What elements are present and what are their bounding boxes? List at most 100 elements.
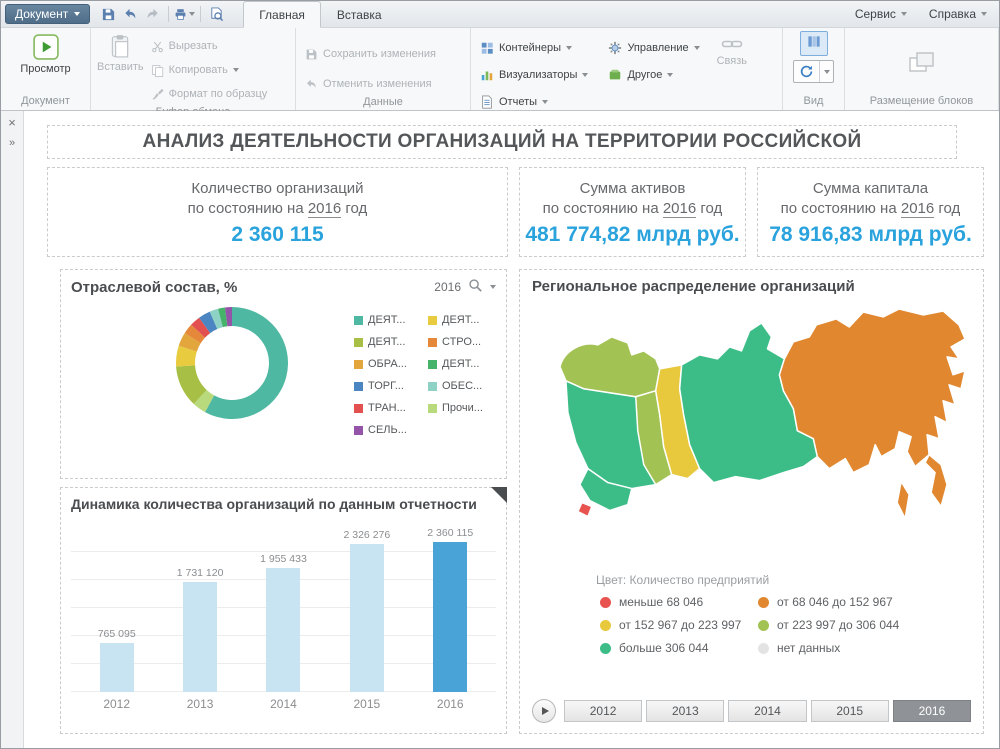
paste-button[interactable]: Вставить [95, 31, 146, 76]
panel-close-button[interactable]: × [8, 116, 16, 129]
block-placement-button[interactable] [906, 48, 938, 78]
donut-chart [167, 298, 297, 428]
reports-label: Отчеты [499, 96, 537, 108]
panel-expand-button[interactable]: » [9, 138, 15, 149]
left-column: Отраслевой состав, % 2016 [60, 269, 507, 734]
view-layout-toggle[interactable] [800, 31, 828, 56]
chevron-down-icon [667, 73, 673, 77]
copy-icon [151, 64, 164, 77]
kpi-subtitle-suffix: год [938, 200, 960, 217]
containers-grid-icon [480, 41, 494, 55]
refresh-split-button[interactable] [793, 60, 834, 83]
bar-chart-icon [480, 68, 494, 82]
kpi-year-link[interactable]: 2016 [663, 200, 696, 218]
redo-icon[interactable] [142, 4, 163, 24]
kpi-year-link[interactable]: 2016 [901, 200, 934, 218]
legend-swatch [428, 404, 437, 413]
tab-glavnaya[interactable]: Главная [243, 1, 321, 28]
menu-help[interactable]: Справка [929, 7, 987, 21]
preview-button-label: Просмотр [20, 63, 70, 75]
bar[interactable] [433, 542, 467, 692]
link-label: Связь [717, 55, 747, 67]
link-button[interactable]: Связь [715, 33, 749, 70]
refresh-icon[interactable] [794, 61, 820, 82]
visualizers-button[interactable]: Визуализаторы [475, 64, 593, 86]
bar[interactable] [183, 582, 217, 692]
bar[interactable] [266, 568, 300, 692]
copy-button[interactable]: Копировать [146, 59, 273, 81]
bar[interactable] [100, 643, 134, 692]
legend-label: от 223 997 до 306 044 [777, 618, 899, 632]
legend-swatch [428, 316, 437, 325]
chevron-down-icon [233, 68, 239, 72]
donut-legend-item: Прочи... [428, 402, 496, 414]
donut-legend-item: ДЕЯТ... [428, 358, 496, 370]
map-region-crimea[interactable] [578, 503, 592, 517]
ribbon-group-data: Сохранить изменения Отменить изменения Д… [296, 28, 471, 110]
legend-label: ОБРА... [368, 358, 407, 370]
bar[interactable] [350, 544, 384, 692]
dashboard-main: Отраслевой состав, % 2016 [47, 269, 984, 734]
map-legend-item: больше 306 044 [600, 641, 758, 655]
block-corner-marker[interactable] [491, 487, 507, 503]
kpi-subtitle-prefix: по состоянию на [543, 200, 659, 217]
legend-swatch [354, 404, 363, 413]
containers-button[interactable]: Контейнеры [475, 37, 593, 59]
legend-label: от 152 967 до 223 997 [619, 618, 741, 632]
chevron-down-icon [189, 12, 195, 16]
print-icon[interactable] [174, 4, 195, 24]
kpi-year-link[interactable]: 2016 [308, 200, 341, 218]
legend-swatch [428, 360, 437, 369]
cut-button[interactable]: Вырезать [146, 35, 273, 57]
undo-icon[interactable] [120, 4, 141, 24]
menu-service[interactable]: Сервис [855, 7, 907, 21]
kpi-title: Сумма активов [580, 179, 686, 199]
management-button[interactable]: Управление [603, 37, 704, 59]
kpi-card-capital: Сумма капитала по состоянию на 2016 год … [757, 167, 984, 257]
chain-icon [721, 36, 743, 52]
bar-column: 1 731 120 [163, 567, 237, 692]
preview-button[interactable]: Просмотр [18, 31, 72, 78]
other-button[interactable]: Другое [603, 64, 704, 86]
bar-axis-label: 2016 [413, 697, 487, 711]
donut-legend-item: ОБРА... [354, 358, 422, 370]
preview-icon[interactable] [206, 4, 227, 24]
ribbon-group-document: Просмотр Документ [1, 28, 91, 110]
kpi-subtitle-prefix: по состоянию на [781, 200, 897, 217]
legend-swatch [428, 338, 437, 347]
year-button-2016[interactable]: 2016 [893, 700, 971, 722]
reports-button[interactable]: Отчеты [475, 91, 593, 113]
other-label: Другое [627, 69, 662, 81]
donut-year-filter[interactable]: 2016 [434, 280, 461, 294]
kpi-value: 481 774,82 млрд руб. [525, 223, 739, 247]
chevron-down-icon [901, 12, 907, 16]
legend-label: ДЕЯТ... [442, 358, 479, 370]
quick-access-toolbar [98, 4, 227, 24]
year-selector-row: 20122013201420152016 [532, 699, 971, 725]
cancel-changes-button[interactable]: Отменить изменения [300, 73, 441, 95]
year-button-2012[interactable]: 2012 [564, 700, 642, 722]
document-menu-label: Документ [15, 7, 68, 21]
document-menu-button[interactable]: Документ [5, 4, 90, 24]
format-painter-label: Формат по образцу [169, 88, 268, 100]
year-button-2014[interactable]: 2014 [728, 700, 806, 722]
save-changes-button[interactable]: Сохранить изменения [300, 43, 441, 65]
save-icon[interactable] [98, 4, 119, 24]
cancel-changes-label: Отменить изменения [323, 78, 432, 90]
map-region-sakhalin[interactable] [897, 482, 909, 519]
kpi-card-count: Количество организаций по состоянию на 2… [47, 167, 508, 257]
side-panel-collapsed: × » [1, 111, 24, 748]
year-button-2013[interactable]: 2013 [646, 700, 724, 722]
tab-vstavka[interactable]: Вставка [321, 1, 398, 27]
search-icon[interactable] [468, 278, 483, 296]
legend-swatch [354, 360, 363, 369]
bar-column: 2 360 115 [413, 527, 487, 692]
kpi-subtitle: по состоянию на 2016 год [188, 199, 368, 219]
bar-axis-label: 2014 [246, 697, 320, 711]
map-region-kamchatka[interactable] [925, 455, 947, 507]
chevron-down-icon[interactable] [490, 285, 496, 289]
year-button-2015[interactable]: 2015 [811, 700, 889, 722]
chevron-down-icon[interactable] [820, 61, 833, 82]
format-painter-button[interactable]: Формат по образцу [146, 83, 273, 105]
play-timeline-button[interactable] [532, 699, 556, 723]
